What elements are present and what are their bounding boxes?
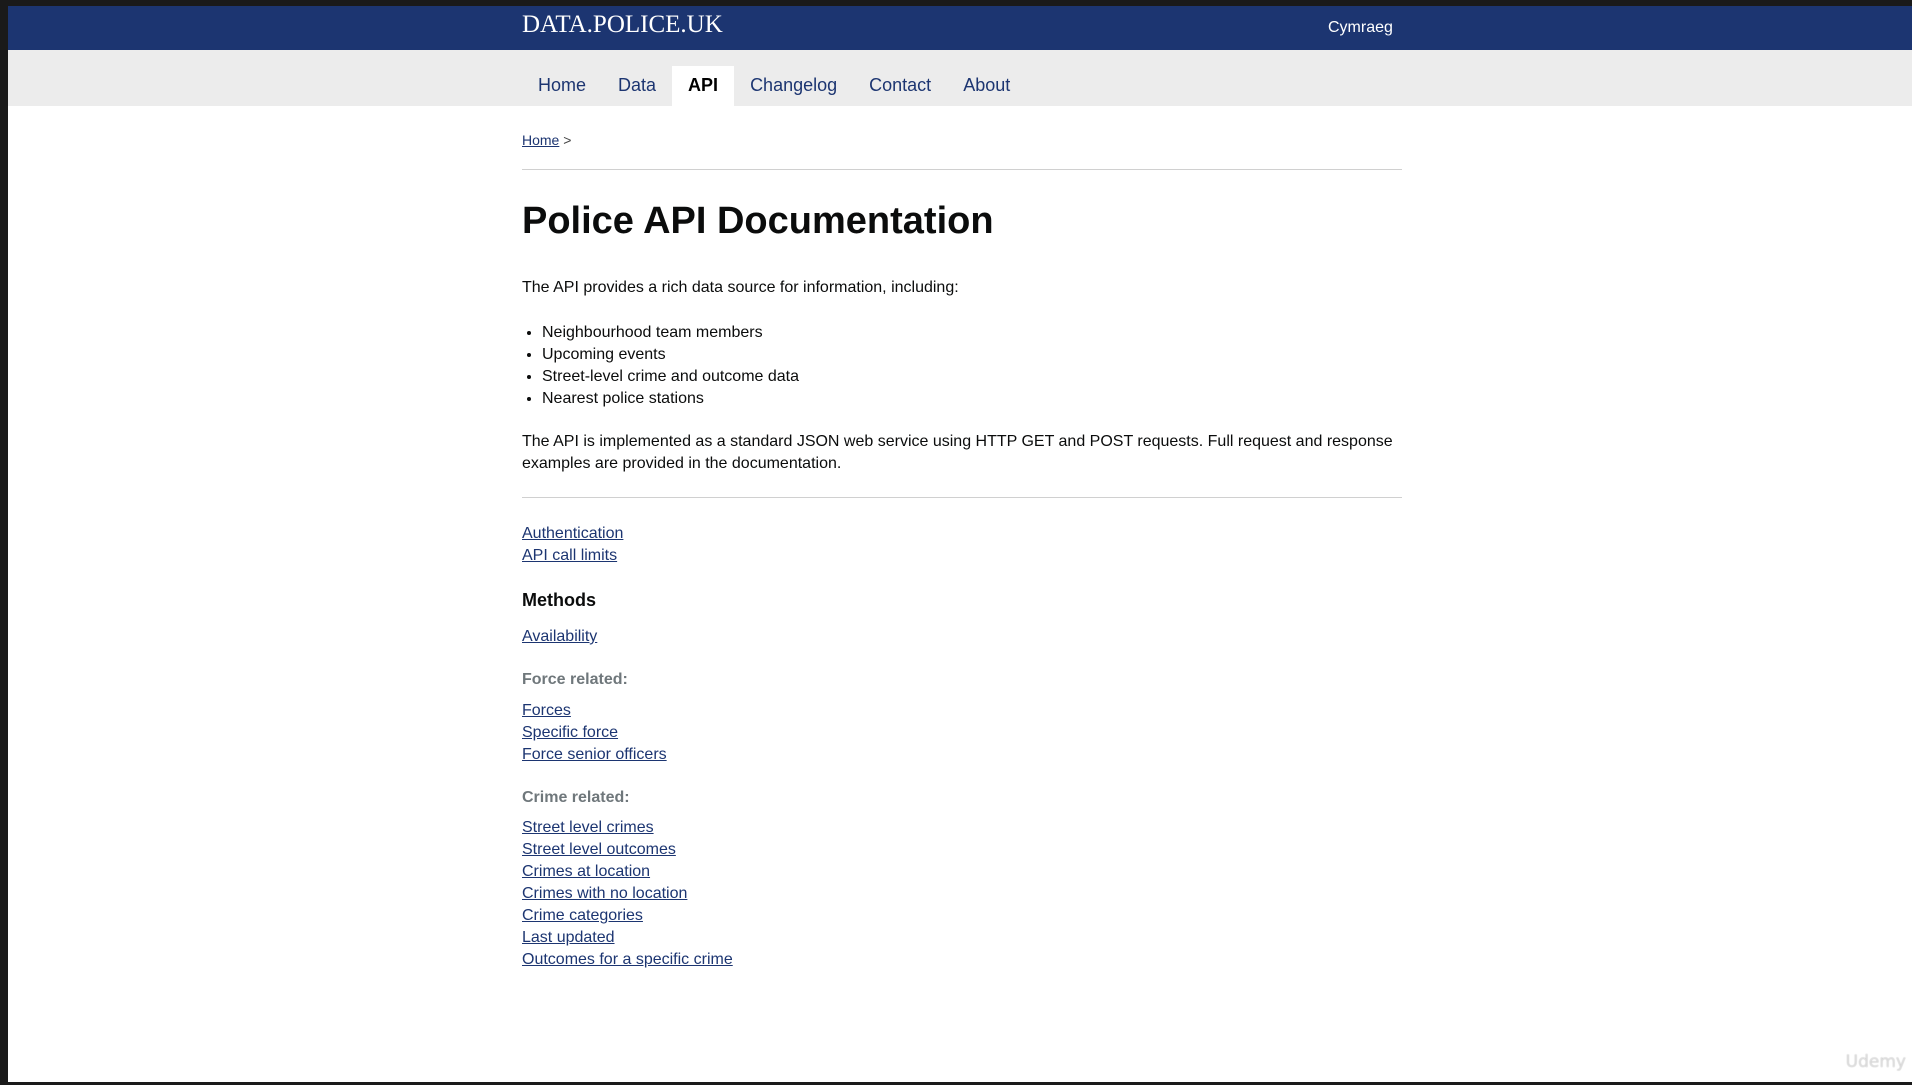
general-links: Authentication API call limits (522, 523, 623, 567)
link-force-senior-officers[interactable]: Force senior officers (522, 746, 667, 763)
nav-item-data[interactable]: Data (602, 66, 672, 108)
browser-viewport: DATA.POLICE.UK Cymraeg Home Data API Cha… (8, 6, 1912, 1082)
link-authentication[interactable]: Authentication (522, 525, 623, 542)
link-crime-categories[interactable]: Crime categories (522, 907, 643, 924)
force-links: Forces Specific force Force senior offic… (522, 700, 667, 766)
list-item: Nearest police stations (542, 388, 799, 410)
link-outcomes-for-specific-crime[interactable]: Outcomes for a specific crime (522, 951, 733, 968)
breadcrumb-separator: > (563, 132, 572, 148)
nav-item-contact[interactable]: Contact (853, 66, 947, 108)
link-api-call-limits[interactable]: API call limits (522, 547, 617, 564)
link-forces[interactable]: Forces (522, 702, 571, 719)
availability-links: Availability (522, 626, 597, 648)
site-header: DATA.POLICE.UK Cymraeg (8, 6, 1912, 50)
intro-text: The API provides a rich data source for … (522, 279, 959, 296)
feature-list: Neighbourhood team members Upcoming even… (522, 322, 799, 410)
list-item: Street-level crime and outcome data (542, 366, 799, 388)
divider (522, 169, 1402, 170)
main-navigation: Home Data API Changelog Contact About (8, 50, 1912, 108)
list-item: Upcoming events (542, 344, 799, 366)
link-street-level-outcomes[interactable]: Street level outcomes (522, 841, 676, 858)
site-logo[interactable]: DATA.POLICE.UK (522, 11, 723, 39)
force-related-heading: Force related: (522, 671, 628, 688)
nav-item-api[interactable]: API (672, 66, 735, 108)
divider (522, 497, 1402, 498)
link-last-updated[interactable]: Last updated (522, 929, 615, 946)
link-specific-force[interactable]: Specific force (522, 724, 618, 741)
breadcrumb: Home > (522, 132, 571, 148)
crime-links: Street level crimes Street level outcome… (522, 817, 733, 971)
methods-heading: Methods (522, 590, 596, 610)
crime-related-heading: Crime related: (522, 789, 630, 806)
list-item: Neighbourhood team members (542, 322, 799, 344)
description-text: The API is implemented as a standard JSO… (522, 433, 1393, 472)
udemy-watermark: Udemy (1845, 1052, 1906, 1072)
link-availability[interactable]: Availability (522, 628, 597, 645)
link-street-level-crimes[interactable]: Street level crimes (522, 819, 654, 836)
nav-item-about[interactable]: About (947, 66, 1026, 108)
breadcrumb-home-link[interactable]: Home (522, 132, 559, 148)
page-title: Police API Documentation (522, 200, 994, 242)
link-crimes-at-location[interactable]: Crimes at location (522, 863, 650, 880)
nav-item-home[interactable]: Home (522, 66, 602, 108)
language-link-cymraeg[interactable]: Cymraeg (1328, 19, 1393, 37)
nav-item-changelog[interactable]: Changelog (734, 66, 853, 108)
link-crimes-with-no-location[interactable]: Crimes with no location (522, 885, 687, 902)
